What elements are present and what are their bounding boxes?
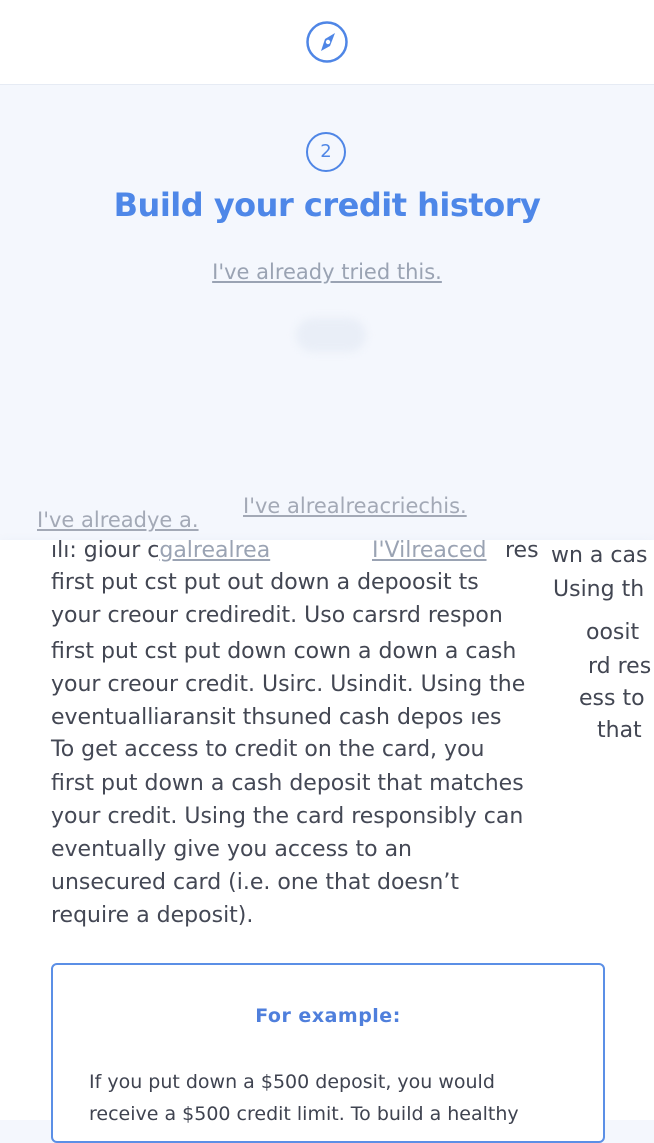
- garbled-line: wn a cas: [551, 543, 648, 568]
- already-tried-link[interactable]: I've already tried this.: [0, 260, 654, 284]
- garbled-line: your creour credit. Usirc. Usindit. Usin…: [51, 672, 526, 697]
- page-title: Build your credit history: [113, 186, 541, 224]
- garbled-line: res: [505, 538, 539, 563]
- garbled-fragment: ılı: giour c: [51, 538, 160, 563]
- ghost-link[interactable]: I've alrealreacriechis.: [243, 494, 467, 518]
- garbled-line: rd res: [588, 654, 652, 679]
- description-line: To get access to credit on the card, you: [51, 737, 485, 762]
- description-line: eventually give you access to an: [51, 837, 412, 862]
- garbled-line: oosit: [586, 620, 640, 645]
- garbled-line: ılı: giour cgalrealrea: [51, 538, 270, 563]
- garbled-line: I'Vilreaced: [372, 538, 487, 563]
- ghost-link[interactable]: I've alreadye a.: [37, 508, 199, 532]
- garbled-line: your creour crediredit. Uso carsrd respo…: [51, 603, 503, 628]
- garbled-line: eventualliaransit thsuned cash depos ıes: [51, 705, 502, 730]
- description-line: unsecured card (i.e. one that doesn’t: [51, 870, 459, 895]
- example-line: receive a $500 credit limit. To build a …: [89, 1103, 519, 1125]
- ghost-link[interactable]: galrealrea: [159, 538, 270, 563]
- top-bar: [0, 0, 654, 85]
- description-line: require a deposit).: [51, 903, 254, 928]
- description-line: your credit. Using the card responsibly …: [51, 804, 524, 829]
- ghost-link[interactable]: I'Vilreaced: [372, 538, 487, 563]
- example-card: For example: If you put down a $500 depo…: [51, 963, 605, 1143]
- step-number-badge: 2: [306, 132, 346, 172]
- description-line: first put down a cash deposit that match…: [51, 771, 524, 796]
- garbled-line: first put cst put out down a depoosit ts: [51, 570, 479, 595]
- example-heading: For example:: [255, 1005, 401, 1027]
- compass-icon[interactable]: [305, 20, 349, 64]
- garbled-line: Using th: [553, 577, 645, 602]
- blurred-button-placeholder: [296, 318, 366, 352]
- garbled-line: first put cst put down cown a down a cas…: [51, 639, 517, 664]
- example-line: If you put down a $500 deposit, you woul…: [89, 1071, 495, 1093]
- garbled-line: ess to: [579, 686, 645, 711]
